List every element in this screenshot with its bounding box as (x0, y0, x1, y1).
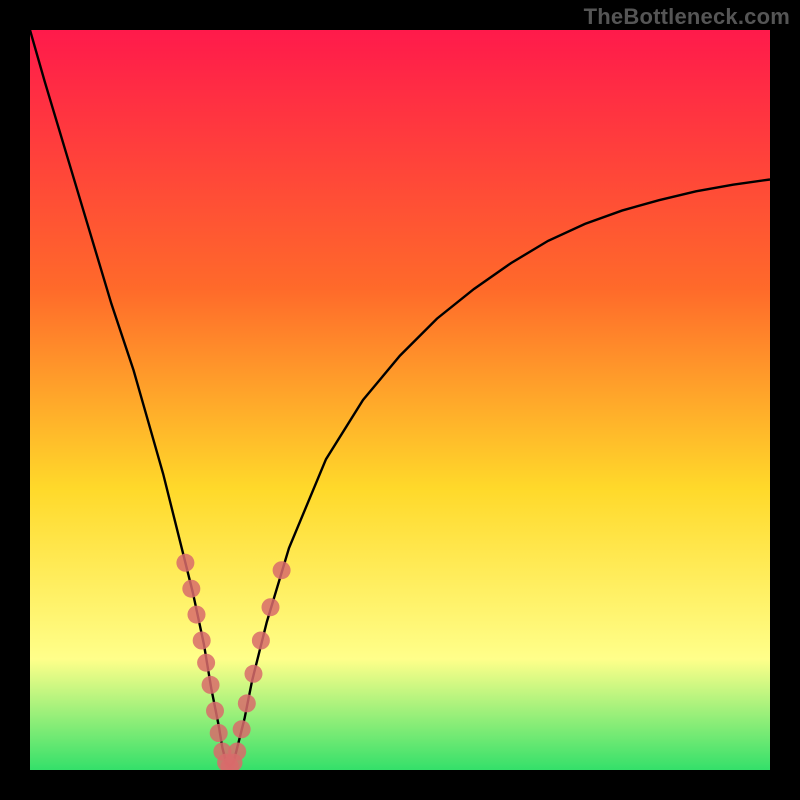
curve-marker (176, 554, 194, 572)
chart-frame: TheBottleneck.com (0, 0, 800, 800)
curve-marker (228, 743, 246, 761)
curve-marker (193, 632, 211, 650)
bottleneck-chart (30, 30, 770, 770)
curve-marker (182, 580, 200, 598)
curve-marker (202, 676, 220, 694)
curve-marker (233, 720, 251, 738)
watermark-label: TheBottleneck.com (584, 4, 790, 30)
curve-marker (262, 598, 280, 616)
plot-area (30, 30, 770, 770)
curve-marker (238, 694, 256, 712)
curve-marker (273, 561, 291, 579)
curve-marker (188, 606, 206, 624)
curve-marker (244, 665, 262, 683)
curve-marker (252, 632, 270, 650)
curve-marker (210, 724, 228, 742)
curve-marker (206, 702, 224, 720)
curve-marker (197, 654, 215, 672)
